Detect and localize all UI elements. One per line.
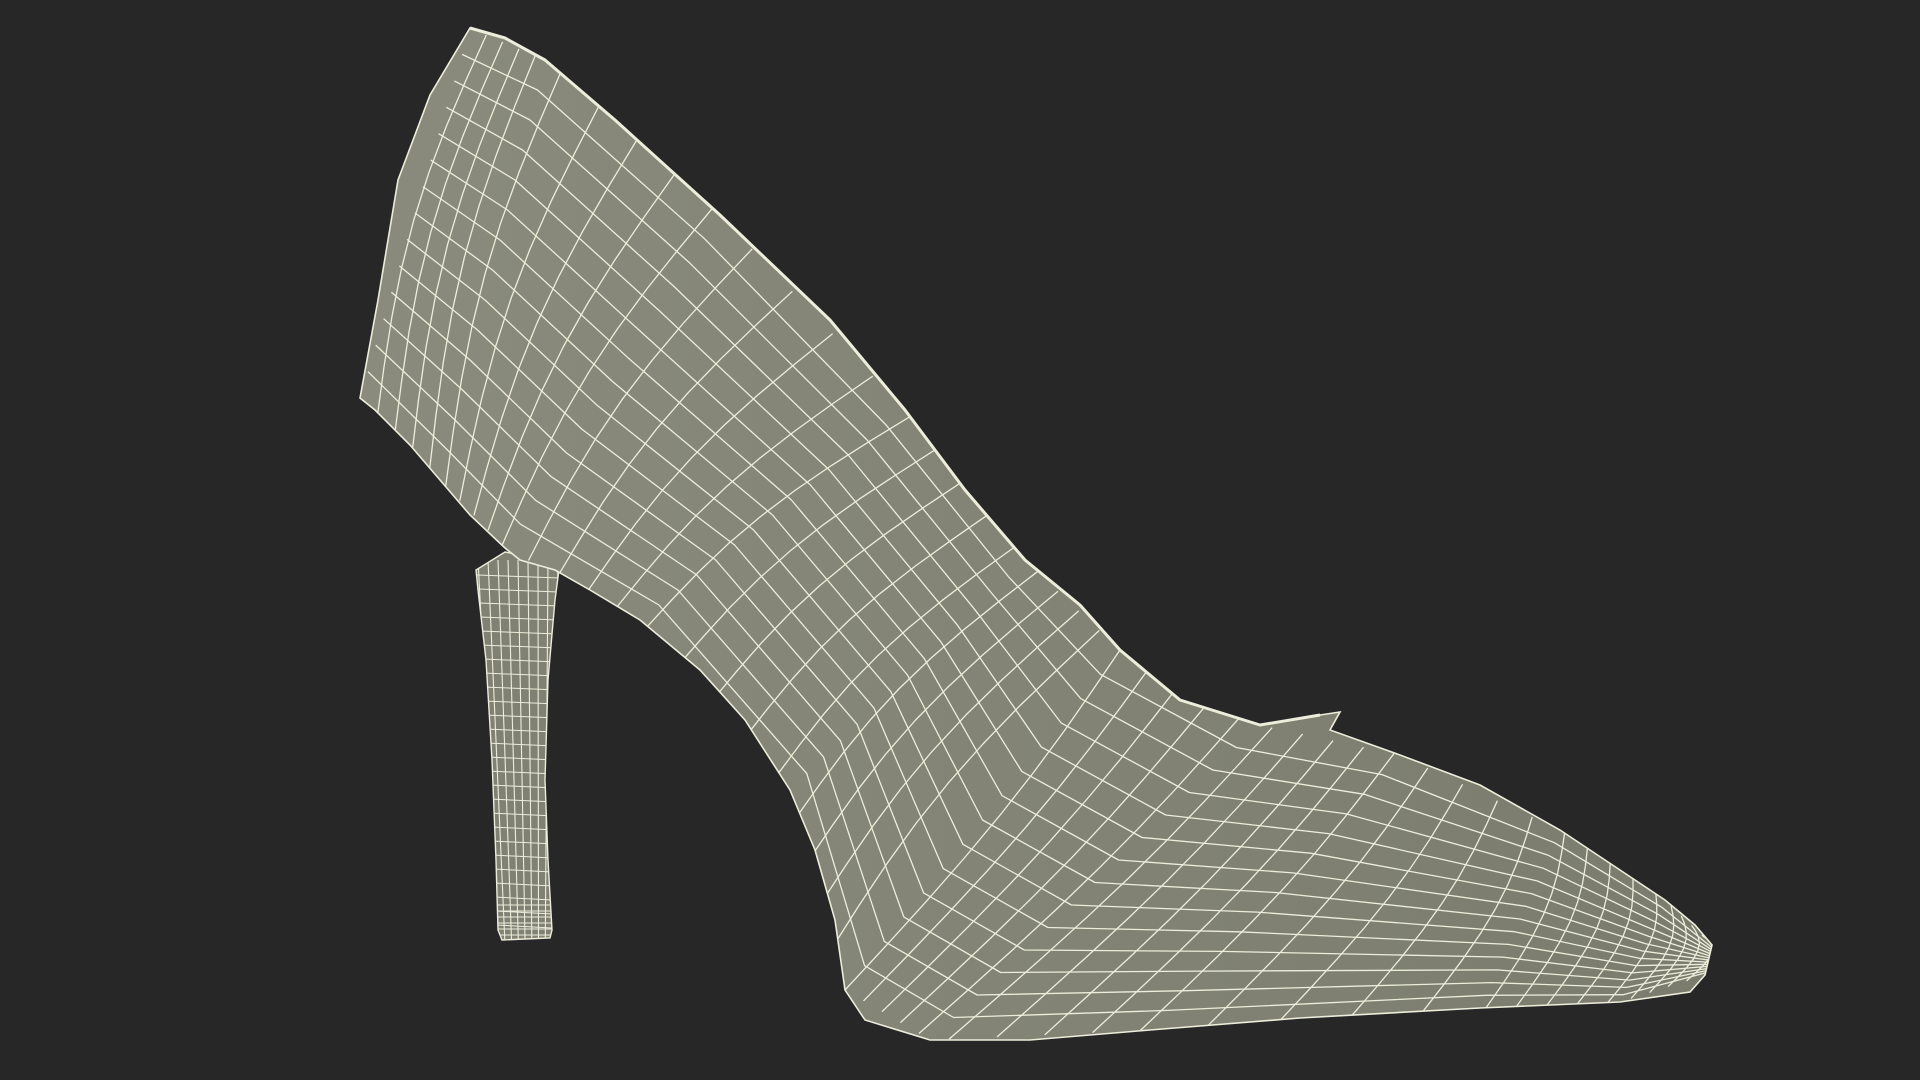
wireframe-shoe-render (359, 26, 1713, 1041)
shoe-heel (475, 551, 561, 941)
shoe-outer-shell (359, 26, 1713, 1041)
render-viewport[interactable] (0, 0, 1920, 1080)
outer-shell-surface (360, 28, 1712, 1040)
mesh-edge (537, 559, 540, 940)
